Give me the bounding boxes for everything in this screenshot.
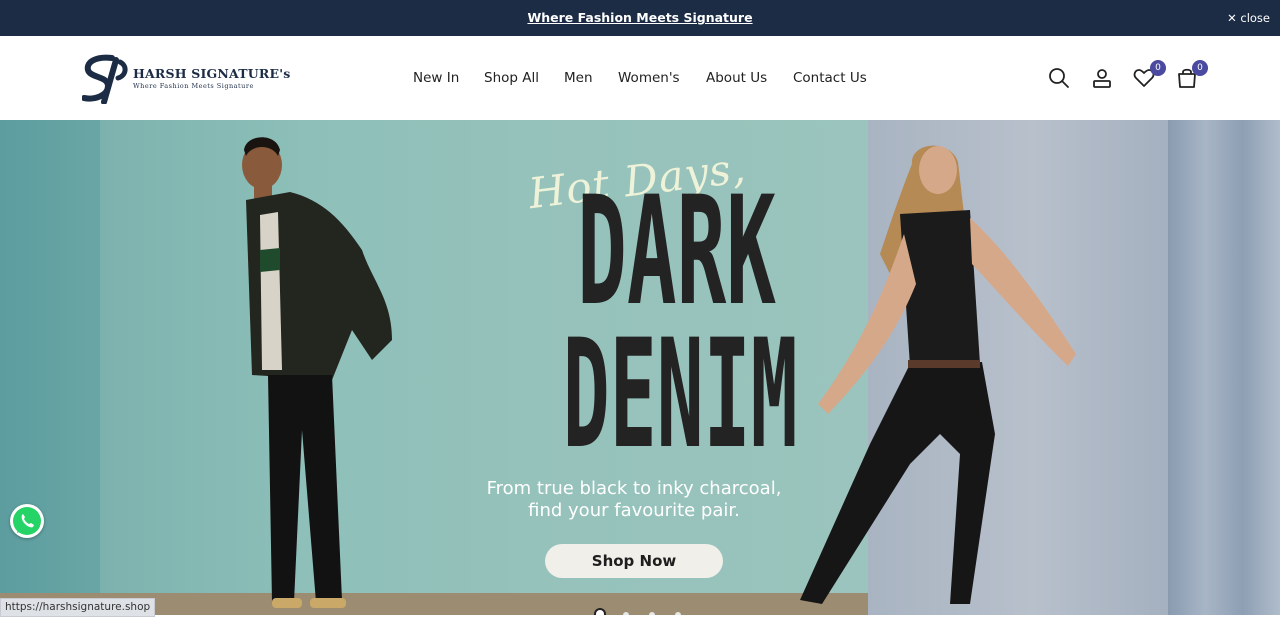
search-button[interactable] (1047, 66, 1071, 90)
hero-curtain (1168, 120, 1280, 615)
hero-subtitle: From true black to inky charcoal, find y… (434, 478, 834, 522)
nav-contact-us[interactable]: Contact Us (793, 70, 867, 86)
announcement-close-button[interactable]: ✕ close (1227, 11, 1270, 25)
user-icon (1093, 69, 1111, 88)
shop-now-button[interactable]: Shop Now (545, 544, 723, 578)
hero-headline-line2: DENIM (562, 308, 798, 482)
hero-banner: Hot Days, DARK DENIM From true black to … (0, 120, 1280, 615)
brand-name: HARSH SIGNATURE's (133, 66, 291, 81)
male-model-image (242, 137, 392, 608)
search-icon (1049, 68, 1069, 88)
cart-count-badge: 0 (1192, 60, 1208, 76)
hero-subtitle-line2: find your favourite pair. (528, 500, 740, 521)
hero-subtitle-line1: From true black to inky charcoal, (486, 478, 782, 499)
announcement-bar: Where Fashion Meets Signature ✕ close (0, 0, 1280, 36)
brand-tagline: Where Fashion Meets Signature (133, 82, 254, 90)
slider-dot-1[interactable] (594, 608, 606, 615)
browser-status-url: https://harshsignature.shop (0, 598, 156, 617)
close-icon: ✕ (1227, 11, 1237, 25)
account-button[interactable] (1090, 66, 1114, 90)
cart-button[interactable]: 0 (1175, 60, 1208, 90)
site-header: HARSH SIGNATURE's Where Fashion Meets Si… (0, 36, 1280, 120)
hero-wall-edge (0, 120, 100, 615)
logo-monogram-icon (81, 54, 128, 105)
nav-men[interactable]: Men (564, 70, 593, 86)
nav-shop-all[interactable]: Shop All (484, 70, 539, 86)
hero-headline-line1: DARK (577, 165, 776, 339)
whatsapp-button[interactable] (10, 504, 44, 538)
announcement-link[interactable]: Where Fashion Meets Signature (0, 10, 1280, 25)
whatsapp-icon (13, 507, 41, 535)
nav-new-in[interactable]: New In (413, 70, 459, 86)
close-label: close (1240, 11, 1270, 25)
wishlist-count-badge: 0 (1150, 60, 1166, 76)
wishlist-button[interactable]: 0 (1132, 60, 1166, 90)
nav-about-us[interactable]: About Us (706, 70, 767, 86)
female-model-image (800, 145, 1076, 604)
nav-womens[interactable]: Women's (618, 70, 680, 86)
brand-logo[interactable]: HARSH SIGNATURE's Where Fashion Meets Si… (81, 54, 290, 105)
